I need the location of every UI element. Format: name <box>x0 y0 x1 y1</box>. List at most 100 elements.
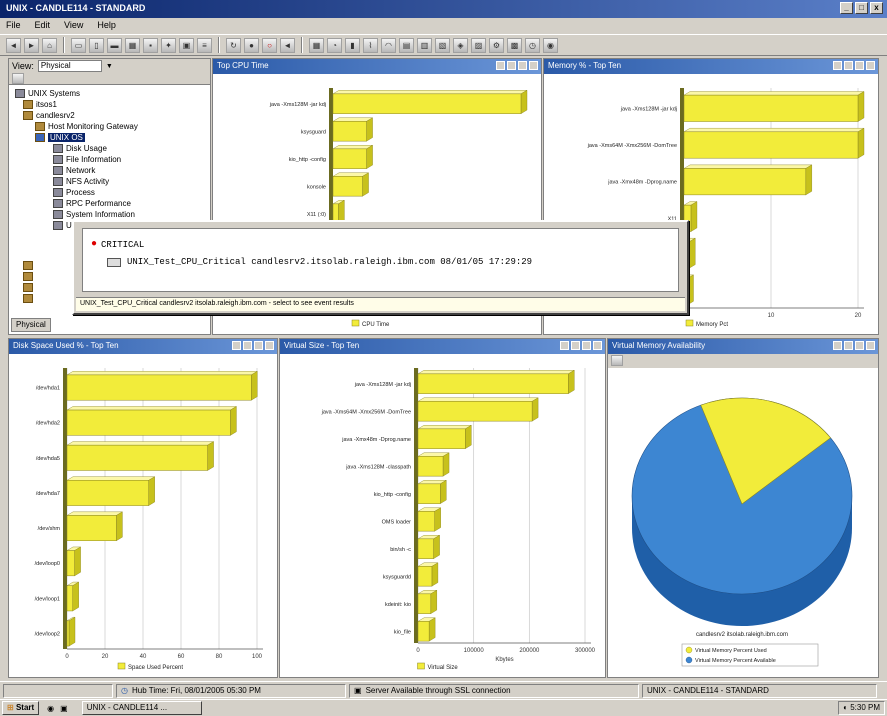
refresh-icon[interactable]: ↻ <box>226 37 241 53</box>
pin-icon[interactable]: ✦ <box>161 37 176 53</box>
lock-icon[interactable]: ▣ <box>179 37 194 53</box>
panel-link-icon[interactable] <box>833 61 842 70</box>
panel-maximize-icon[interactable] <box>855 341 864 350</box>
tree-item-candlesrv2[interactable]: candlesrv2 <box>23 111 75 120</box>
agent-icon <box>35 122 45 131</box>
save-icon[interactable]: ▪ <box>143 37 158 53</box>
tree-item-system-information[interactable]: System Information <box>53 210 135 219</box>
tree-item-file-information[interactable]: File Information <box>53 155 121 164</box>
host-icon <box>23 294 33 303</box>
panel-link-icon[interactable] <box>232 341 241 350</box>
connection-segment: ▣ Server Available through SSL connectio… <box>349 683 639 698</box>
quicklaunch-desktop-icon[interactable]: ▣ <box>60 704 68 713</box>
menu-help[interactable]: Help <box>97 20 116 32</box>
start-button[interactable]: ⊞ Start <box>2 701 40 715</box>
browser-icon[interactable]: ◈ <box>453 37 468 53</box>
situation-editor-icon[interactable]: ⚙ <box>489 37 504 53</box>
tree-item-host-b[interactable] <box>23 272 33 281</box>
navigator-update-icon[interactable] <box>12 73 24 84</box>
tree-item-nfs-activity[interactable]: NFS Activity <box>53 177 109 186</box>
menu-view[interactable]: View <box>64 20 83 32</box>
tree-item-network[interactable]: Network <box>53 166 95 175</box>
systems-icon <box>15 89 25 98</box>
back-icon[interactable]: ◄ <box>6 37 21 53</box>
bar-side <box>428 617 436 642</box>
host-icon <box>23 261 33 270</box>
dropdown-arrow-icon[interactable]: ▼ <box>106 63 113 70</box>
panel-link-icon[interactable] <box>833 341 842 350</box>
taskbar-app-button[interactable]: UNIX - CANDLE114 ... <box>81 701 202 715</box>
plot-chart-icon[interactable]: ⌇ <box>363 37 378 53</box>
bar <box>332 176 363 197</box>
status-blank <box>3 683 113 698</box>
panel-link-icon[interactable] <box>496 61 505 70</box>
home-icon[interactable]: ⌂ <box>42 37 57 53</box>
panel-edit-icon[interactable] <box>844 61 853 70</box>
menu-file[interactable]: File <box>6 20 21 32</box>
table-view-icon[interactable]: ▦ <box>309 37 324 53</box>
panel-close-icon[interactable] <box>866 61 875 70</box>
hub-time: Hub Time: Fri, 08/01/2005 05:30 PM <box>131 686 261 695</box>
panel-close-icon[interactable] <box>866 341 875 350</box>
properties-icon[interactable]: ≡ <box>197 37 212 53</box>
panel-close-icon[interactable] <box>529 61 538 70</box>
split-vertical-icon[interactable]: ▯ <box>89 37 104 53</box>
graphic-view-icon[interactable]: ▧ <box>435 37 450 53</box>
panel-maximize-icon[interactable] <box>518 61 527 70</box>
close-button[interactable]: x <box>870 2 883 14</box>
panel-edit-icon[interactable] <box>571 341 580 350</box>
maximize-button[interactable]: □ <box>855 2 868 14</box>
tree-item-process[interactable]: Process <box>53 188 95 197</box>
axis-wall <box>63 368 67 649</box>
notepad-icon[interactable]: ▤ <box>399 37 414 53</box>
bar <box>66 480 149 506</box>
admin-icon[interactable]: ◉ <box>543 37 558 53</box>
tree-item-host-d[interactable] <box>23 294 33 303</box>
tree-item-unix-os[interactable]: UNIX OS <box>35 133 85 142</box>
panel-link-icon[interactable] <box>560 341 569 350</box>
tree-item-host-a[interactable] <box>23 261 33 270</box>
view-select[interactable]: Physical <box>37 60 102 72</box>
bar-chart-icon[interactable]: ▮ <box>345 37 360 53</box>
gauge-icon[interactable]: ◠ <box>381 37 396 53</box>
workspace-icon[interactable]: ▭ <box>71 37 86 53</box>
minimize-button[interactable]: _ <box>840 2 853 14</box>
alarm-icon[interactable]: ○ <box>262 37 277 53</box>
event-notification-popup[interactable]: ● CRITICAL UNIX_Test_CPU_Critical candle… <box>72 220 689 315</box>
menu-edit[interactable]: Edit <box>35 20 51 32</box>
panel-edit-icon[interactable] <box>243 341 252 350</box>
pie-chart-icon[interactable]: ◔ <box>327 37 342 53</box>
bar-top <box>417 425 473 430</box>
forward-icon[interactable]: ► <box>24 37 39 53</box>
tree-item-gateway[interactable]: Host Monitoring Gateway <box>35 122 138 131</box>
legend-swatch <box>117 662 126 670</box>
stop-icon[interactable]: ● <box>244 37 259 53</box>
bar-top <box>66 406 238 411</box>
layout-icon[interactable]: ▦ <box>125 37 140 53</box>
tree-item-host-c[interactable] <box>23 283 33 292</box>
bar <box>683 168 807 196</box>
panel-close-icon[interactable] <box>265 341 274 350</box>
split-horizontal-icon[interactable]: ▬ <box>107 37 122 53</box>
event-console-icon[interactable]: ▥ <box>417 37 432 53</box>
query-editor-icon[interactable]: ▩ <box>507 37 522 53</box>
tab-physical[interactable]: Physical <box>11 318 51 332</box>
agent-icon <box>35 133 45 142</box>
panel-edit-icon[interactable] <box>844 341 853 350</box>
panel-close-icon[interactable] <box>593 341 602 350</box>
panel-maximize-icon[interactable] <box>582 341 591 350</box>
tree-item-rpc-performance[interactable]: RPC Performance <box>53 199 131 208</box>
panel-maximize-icon[interactable] <box>254 341 263 350</box>
panel-edit-icon[interactable] <box>507 61 516 70</box>
terminal-icon[interactable]: ▨ <box>471 37 486 53</box>
quicklaunch-ie-icon[interactable]: ◉ <box>47 704 54 713</box>
chart-properties-icon[interactable] <box>611 355 623 366</box>
event-row[interactable]: UNIX_Test_CPU_Critical candlesrv2.itsola… <box>107 257 532 267</box>
category-label: /dev/hda1 <box>36 386 60 392</box>
tree-item-disk-usage[interactable]: Disk Usage <box>53 144 107 153</box>
tree-item-unix-systems[interactable]: UNIX Systems <box>15 89 80 98</box>
panel-maximize-icon[interactable] <box>855 61 864 70</box>
speaker-icon[interactable]: ◄ <box>280 37 295 53</box>
history-icon[interactable]: ◷ <box>525 37 540 53</box>
tree-item-itsos1[interactable]: itsos1 <box>23 100 57 109</box>
